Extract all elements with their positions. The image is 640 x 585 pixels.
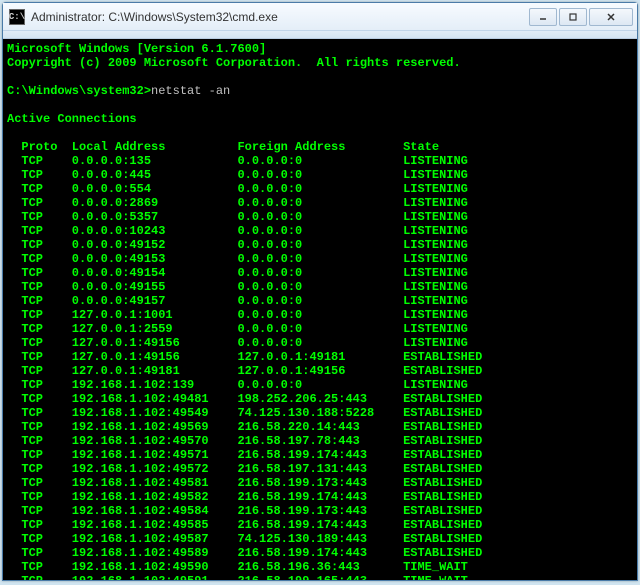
window-controls (529, 8, 633, 26)
maximize-icon (568, 12, 578, 22)
terminal-output[interactable]: Microsoft Windows [Version 6.1.7600] Cop… (3, 39, 637, 580)
window-title: Administrator: C:\Windows\System32\cmd.e… (31, 10, 529, 24)
close-button[interactable] (589, 8, 633, 26)
tab-hint (3, 31, 23, 38)
cmd-icon: C:\ (9, 9, 25, 25)
background-tab-strip (3, 31, 637, 39)
cmd-window: C:\ Administrator: C:\Windows\System32\c… (2, 2, 638, 581)
titlebar[interactable]: C:\ Administrator: C:\Windows\System32\c… (3, 3, 637, 31)
maximize-button[interactable] (559, 8, 587, 26)
minimize-button[interactable] (529, 8, 557, 26)
close-icon (606, 12, 616, 22)
minimize-icon (538, 12, 548, 22)
